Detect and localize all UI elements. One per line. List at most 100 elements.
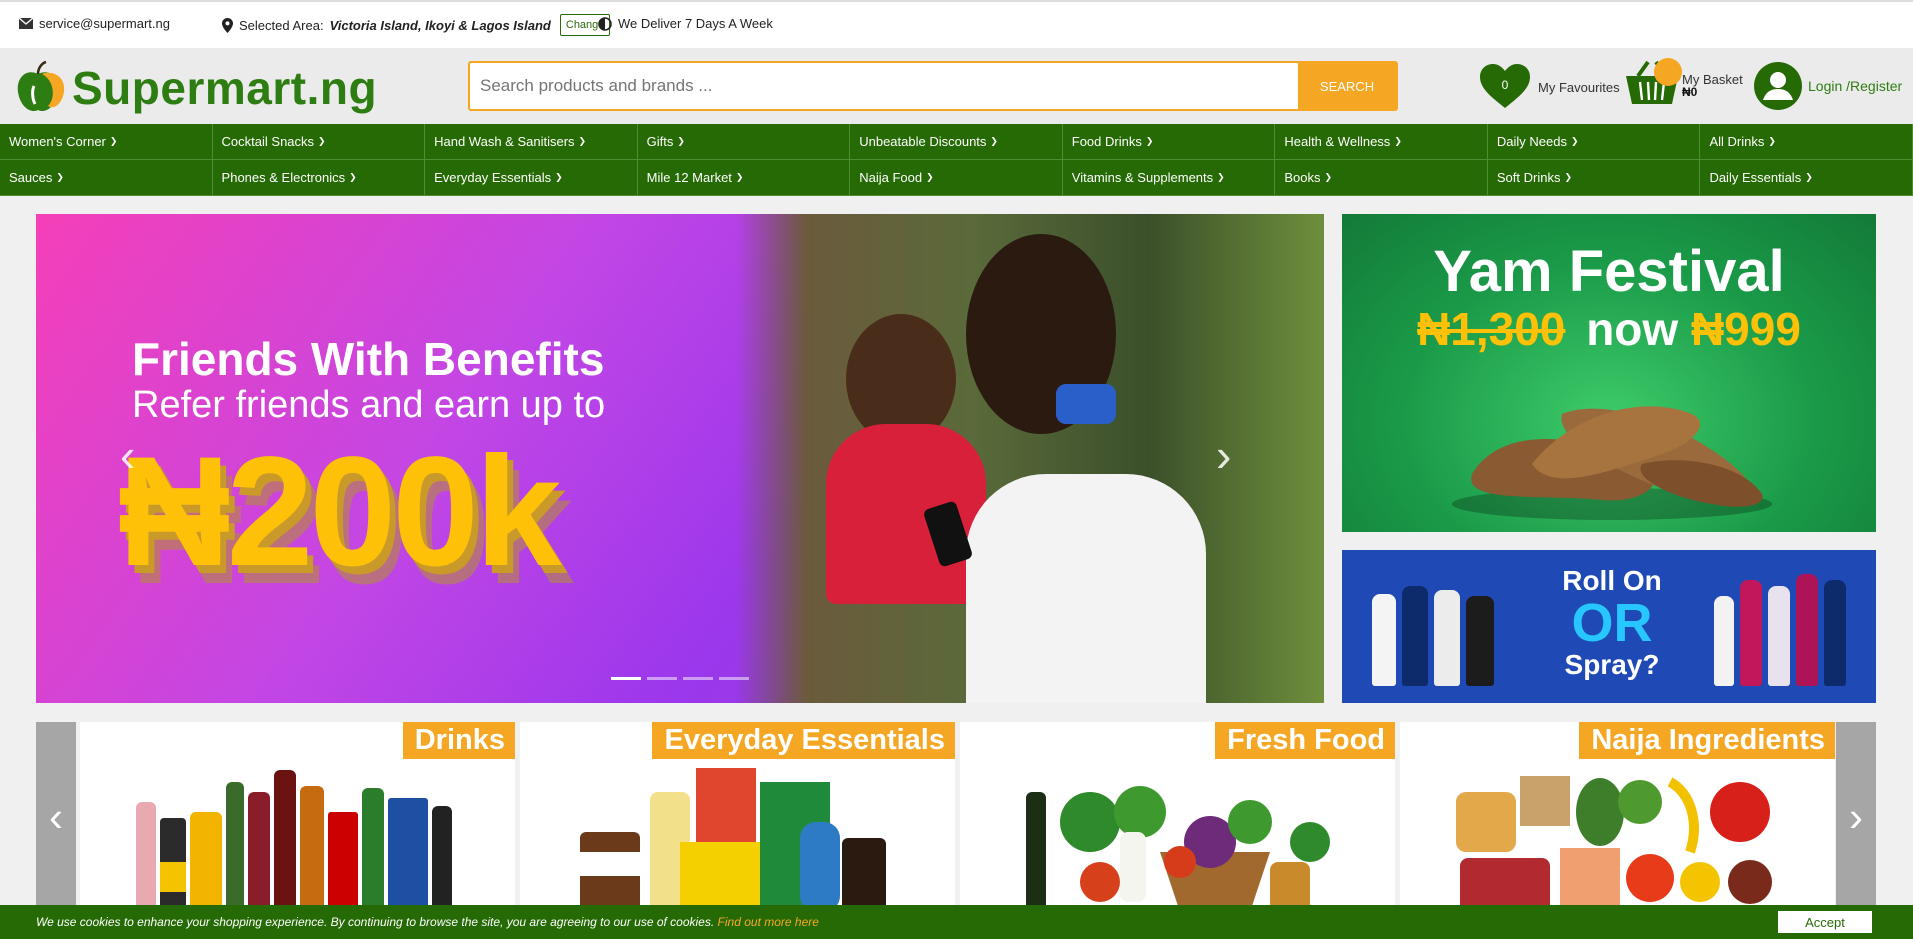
top-info-bar: service@supermart.ng Selected Area: Vict… bbox=[0, 0, 1913, 48]
category-item[interactable]: Women's Corner ❯ bbox=[0, 124, 213, 160]
carousel-dots bbox=[611, 677, 749, 680]
category-item[interactable]: Daily Essentials ❯ bbox=[1700, 160, 1913, 196]
basket-link[interactable]: My Basket ₦0 bbox=[1624, 58, 1743, 113]
contact-email[interactable]: service@supermart.ng bbox=[19, 16, 170, 31]
rollon-spray-banner[interactable]: Roll On OR Spray? bbox=[1342, 550, 1876, 703]
category-item[interactable]: Cocktail Snacks ❯ bbox=[212, 124, 426, 160]
login-label: Login /Register bbox=[1808, 78, 1903, 94]
hero-title: Friends With Benefits bbox=[132, 333, 605, 385]
card-label: Naija Ingredients bbox=[1579, 722, 1835, 759]
category-item[interactable]: Books ❯ bbox=[1275, 160, 1488, 196]
carousel-prev-icon[interactable]: ‹ bbox=[120, 428, 135, 482]
area-label: Selected Area: bbox=[239, 17, 324, 33]
category-menu: Women's Corner ❯ Cocktail Snacks ❯ Hand Wa… bbox=[0, 124, 1913, 196]
favourites-link[interactable]: 0 My Favourites bbox=[1480, 64, 1620, 110]
chevron-down-icon: ❯ bbox=[1564, 172, 1572, 182]
search-bar: SEARCH bbox=[468, 61, 1398, 111]
card-label: Drinks bbox=[402, 722, 515, 759]
carousel-dot[interactable] bbox=[719, 677, 749, 680]
category-item[interactable]: Hand Wash & Sanitisers ❯ bbox=[425, 124, 638, 160]
category-item[interactable]: Health & Wellness ❯ bbox=[1275, 124, 1488, 160]
site-logo[interactable]: Supermart.ng bbox=[16, 60, 377, 116]
search-input[interactable] bbox=[470, 63, 1298, 109]
hero-subtitle: Refer friends and earn up to bbox=[132, 384, 606, 426]
selected-area: Selected Area: Victoria Island, Ikoyi & … bbox=[222, 14, 611, 36]
category-item[interactable]: Sauces ❯ bbox=[0, 160, 213, 196]
category-card-naija-ingredients[interactable]: Naija Ingredients bbox=[1400, 722, 1835, 912]
category-item[interactable]: Soft Drinks ❯ bbox=[1487, 160, 1701, 196]
favourites-label: My Favourites bbox=[1538, 79, 1620, 95]
carousel-dot[interactable] bbox=[683, 677, 713, 680]
category-card-drinks[interactable]: Drinks bbox=[80, 722, 515, 912]
chevron-down-icon: ❯ bbox=[1394, 136, 1402, 146]
chevron-down-icon: ❯ bbox=[677, 136, 685, 146]
chevron-down-icon: ❯ bbox=[1570, 136, 1579, 146]
deodorant-bottle-image bbox=[1824, 580, 1846, 686]
card-label: Fresh Food bbox=[1215, 722, 1395, 759]
category-card-everyday-essentials[interactable]: Everyday Essentials bbox=[520, 722, 955, 912]
category-item[interactable]: Vitamins & Supplements ❯ bbox=[1062, 160, 1276, 196]
yam-now-text: now bbox=[1586, 303, 1679, 355]
deodorant-bottle-image bbox=[1796, 574, 1818, 686]
category-item[interactable]: Naija Food ❯ bbox=[850, 160, 1063, 196]
yam-old-price: ₦1,300 bbox=[1417, 303, 1566, 355]
category-item[interactable]: Phones & Electronics ❯ bbox=[212, 160, 426, 196]
apple-logo-icon bbox=[17, 60, 65, 112]
mail-icon bbox=[19, 18, 33, 29]
card-label: Everyday Essentials bbox=[652, 722, 955, 759]
favourites-count: 0 bbox=[1501, 78, 1509, 92]
chevron-down-icon: ❯ bbox=[555, 172, 563, 182]
category-item[interactable]: Daily Needs ❯ bbox=[1487, 124, 1701, 160]
chevron-down-icon: ❯ bbox=[1217, 172, 1225, 182]
deodorant-bottle-image bbox=[1434, 590, 1460, 686]
chevron-down-icon: ❯ bbox=[1768, 136, 1776, 146]
area-value: Victoria Island, Ikoyi & Lagos Island bbox=[329, 17, 551, 33]
category-item[interactable]: Food Drinks ❯ bbox=[1062, 124, 1276, 160]
yam-title: Yam Festival bbox=[1433, 239, 1785, 304]
accept-cookies-button[interactable]: Accept bbox=[1778, 911, 1872, 933]
chevron-down-icon: ❯ bbox=[109, 136, 118, 146]
yam-festival-banner[interactable]: Yam Festival ₦1,300 now ₦999 bbox=[1342, 214, 1876, 532]
drinks-image bbox=[136, 770, 452, 912]
category-cards-carousel: ‹ Drinks Everyday Essentials Fresh Food … bbox=[36, 722, 1876, 912]
logo-text: Supermart.ng bbox=[72, 62, 378, 114]
cookie-more-link[interactable]: Find out more here bbox=[718, 915, 819, 929]
deodorant-bottle-image bbox=[1740, 580, 1762, 686]
hero-photo bbox=[736, 214, 1324, 703]
carousel-dot[interactable] bbox=[611, 677, 641, 680]
chevron-down-icon: ❯ bbox=[990, 136, 998, 146]
chevron-down-icon: ❯ bbox=[1805, 172, 1813, 182]
hero-carousel[interactable]: Friends With Benefits Refer friends and … bbox=[36, 214, 1324, 703]
cards-next-arrow-icon[interactable]: › bbox=[1836, 722, 1876, 912]
login-register-link[interactable]: Login /Register bbox=[1754, 62, 1902, 110]
deodorant-bottle-image bbox=[1714, 596, 1734, 686]
yam-price: ₦1,300 now ₦999 bbox=[1342, 302, 1876, 356]
chevron-down-icon: ❯ bbox=[318, 136, 326, 146]
carousel-next-icon[interactable]: › bbox=[1216, 428, 1231, 482]
category-item[interactable]: Gifts ❯ bbox=[637, 124, 851, 160]
everyday-essentials-image bbox=[580, 768, 886, 912]
category-card-fresh-food[interactable]: Fresh Food bbox=[960, 722, 1395, 912]
site-header: Supermart.ng SEARCH 0 My Favourites My B… bbox=[0, 48, 1913, 124]
cookie-text: We use cookies to enhance your shopping … bbox=[36, 915, 819, 929]
heart-icon: 0 bbox=[1480, 64, 1530, 110]
chevron-down-icon: ❯ bbox=[735, 172, 744, 182]
location-pin-icon bbox=[222, 17, 233, 33]
chevron-down-icon: ❯ bbox=[349, 172, 357, 182]
chevron-down-icon: ❯ bbox=[1145, 136, 1154, 146]
deodorant-bottle-image bbox=[1466, 596, 1494, 686]
yam-image bbox=[1452, 406, 1772, 520]
chevron-down-icon: ❯ bbox=[1324, 172, 1333, 182]
category-item[interactable]: All Drinks ❯ bbox=[1700, 124, 1913, 160]
rollon-text: Roll On OR Spray? bbox=[1562, 565, 1662, 680]
search-button[interactable]: SEARCH bbox=[1298, 63, 1396, 109]
cookie-banner: We use cookies to enhance your shopping … bbox=[0, 905, 1913, 939]
category-item[interactable]: Mile 12 Market ❯ bbox=[637, 160, 851, 196]
carousel-dot[interactable] bbox=[647, 677, 677, 680]
category-item[interactable]: Everyday Essentials ❯ bbox=[425, 160, 638, 196]
category-item[interactable]: Unbeatable Discounts ❯ bbox=[850, 124, 1063, 160]
cards-prev-arrow-icon[interactable]: ‹ bbox=[36, 722, 76, 912]
delivery-info: We Deliver 7 Days A Week bbox=[598, 16, 773, 31]
chevron-down-icon: ❯ bbox=[578, 136, 587, 146]
naija-ingredients-image bbox=[1456, 776, 1772, 912]
